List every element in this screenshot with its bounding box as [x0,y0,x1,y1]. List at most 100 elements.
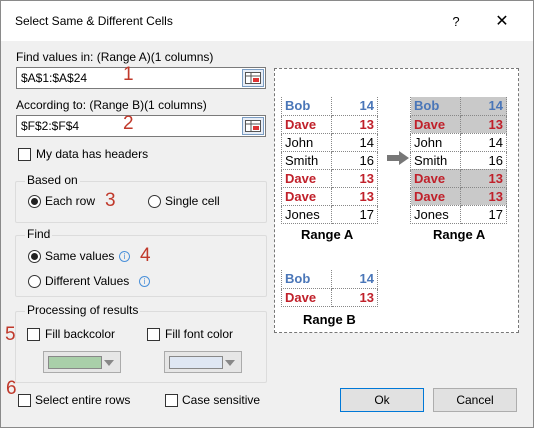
cell-value: 14 [460,97,507,116]
font-color-picker[interactable] [164,351,242,373]
table-row: Dave 13 [281,288,378,307]
range-b-table: Bob 14 Dave 13 [281,270,378,307]
different-values-label: Different Values [45,274,130,288]
cancel-button[interactable]: Cancel [433,388,517,412]
my-data-has-headers-checkbox[interactable] [18,148,31,161]
fill-font-color-label: Fill font color [165,327,234,341]
single-cell-radio[interactable] [148,195,161,208]
chevron-down-icon [225,360,235,366]
table-row: Dave 13 [410,169,507,188]
select-entire-rows-checkbox[interactable] [18,394,31,407]
step-badge-1: 1 [123,64,134,85]
cell-name: Dave [410,169,461,188]
cell-name: Dave [281,288,332,307]
cell-value: 16 [331,151,378,170]
ok-button[interactable]: Ok [340,388,424,412]
my-data-has-headers-label: My data has headers [36,147,149,161]
cell-name: Smith [410,151,461,170]
cell-value: 13 [331,169,378,188]
range-b-value: $F$2:$F$4 [21,119,80,133]
cell-name: Dave [410,187,461,206]
cell-name: John [281,133,332,152]
range-b-select-button[interactable] [242,117,264,135]
backcolor-swatch [48,356,102,369]
based-on-title: Based on [25,173,80,187]
select-same-different-dialog: Select Same & Different Cells ? ✕ Find v… [0,0,534,428]
range-a-input[interactable]: $A$1:$A$24 [16,67,266,89]
table-row: Jones 17 [410,205,507,224]
range-a-result-table: Bob 14 Dave 13 John 14 Smith 16 Dave 13 Dave 13 Jone… [410,97,507,224]
range-a-table: Bob 14 Dave 13 John 14 Smith 16 Dave 13 Dave 13 Jone… [281,97,378,224]
chevron-down-icon [104,360,114,366]
cell-name: Bob [281,97,332,116]
help-button[interactable]: ? [441,9,471,35]
case-sensitive-label: Case sensitive [182,393,261,407]
range-a-value: $A$1:$A$24 [21,71,88,85]
table-row: Dave 13 [281,187,378,206]
cell-name: Dave [281,115,332,134]
step-badge-5: 5 [5,324,16,345]
same-values-radio[interactable] [28,250,41,263]
step-badge-2: 2 [123,113,134,134]
processing-title: Processing of results [25,303,141,317]
same-values-label: Same values [45,249,115,263]
cell-value: 14 [331,133,378,152]
fill-backcolor-label: Fill backcolor [45,327,116,341]
cell-name: Jones [410,205,461,224]
table-row: Dave 13 [410,115,507,134]
cell-name: Bob [410,97,461,116]
cell-value: 14 [331,97,378,116]
cell-value: 13 [460,187,507,206]
range-a-select-button[interactable] [242,69,264,87]
table-row: John 14 [410,133,507,152]
fill-font-color-checkbox[interactable] [147,328,160,341]
range-select-icon [245,72,261,84]
cell-value: 13 [331,187,378,206]
find-values-label: Find values in: (Range A)(1 columns) [16,50,214,64]
find-title: Find [25,227,53,241]
backcolor-picker[interactable] [43,351,121,373]
each-row-label: Each row [45,194,96,208]
according-to-label: According to: (Range B)(1 columns) [16,98,207,112]
range-select-icon [245,120,261,132]
cell-name: Smith [281,151,332,170]
range-b-caption: Range B [303,312,356,327]
range-a-caption: Range A [301,227,354,242]
range-a-result-caption: Range A [433,227,486,242]
cell-value: 13 [331,288,378,307]
table-row: Dave 13 [410,187,507,206]
cell-name: Dave [410,115,461,134]
select-entire-rows-label: Select entire rows [35,393,131,407]
cell-name: John [410,133,461,152]
dialog-title: Select Same & Different Cells [15,14,173,28]
cell-value: 13 [460,115,507,134]
table-row: Bob 14 [410,97,507,116]
cell-value: 13 [331,115,378,134]
fill-backcolor-checkbox[interactable] [27,328,40,341]
step-badge-4: 4 [140,245,151,266]
table-row: Smith 16 [410,151,507,170]
cell-value: 16 [460,151,507,170]
table-row: Bob 14 [281,97,378,116]
title-bar: Select Same & Different Cells ? ✕ [1,1,533,41]
table-row: Smith 16 [281,151,378,170]
cell-name: Dave [281,169,332,188]
cell-value: 17 [460,205,507,224]
cell-value: 14 [331,270,378,289]
range-b-input[interactable]: $F$2:$F$4 [16,115,266,137]
info-icon[interactable]: i [119,251,130,262]
different-values-radio[interactable] [28,275,41,288]
cell-value: 14 [460,133,507,152]
table-row: John 14 [281,133,378,152]
single-cell-label: Single cell [165,194,220,208]
cell-name: Dave [281,187,332,206]
case-sensitive-checkbox[interactable] [165,394,178,407]
each-row-radio[interactable] [28,195,41,208]
table-row: Bob 14 [281,270,378,289]
table-row: Jones 17 [281,205,378,224]
info-icon[interactable]: i [139,276,150,287]
table-row: Dave 13 [281,115,378,134]
step-badge-6: 6 [6,378,17,399]
close-button[interactable]: ✕ [487,9,517,35]
step-badge-3: 3 [105,190,116,211]
